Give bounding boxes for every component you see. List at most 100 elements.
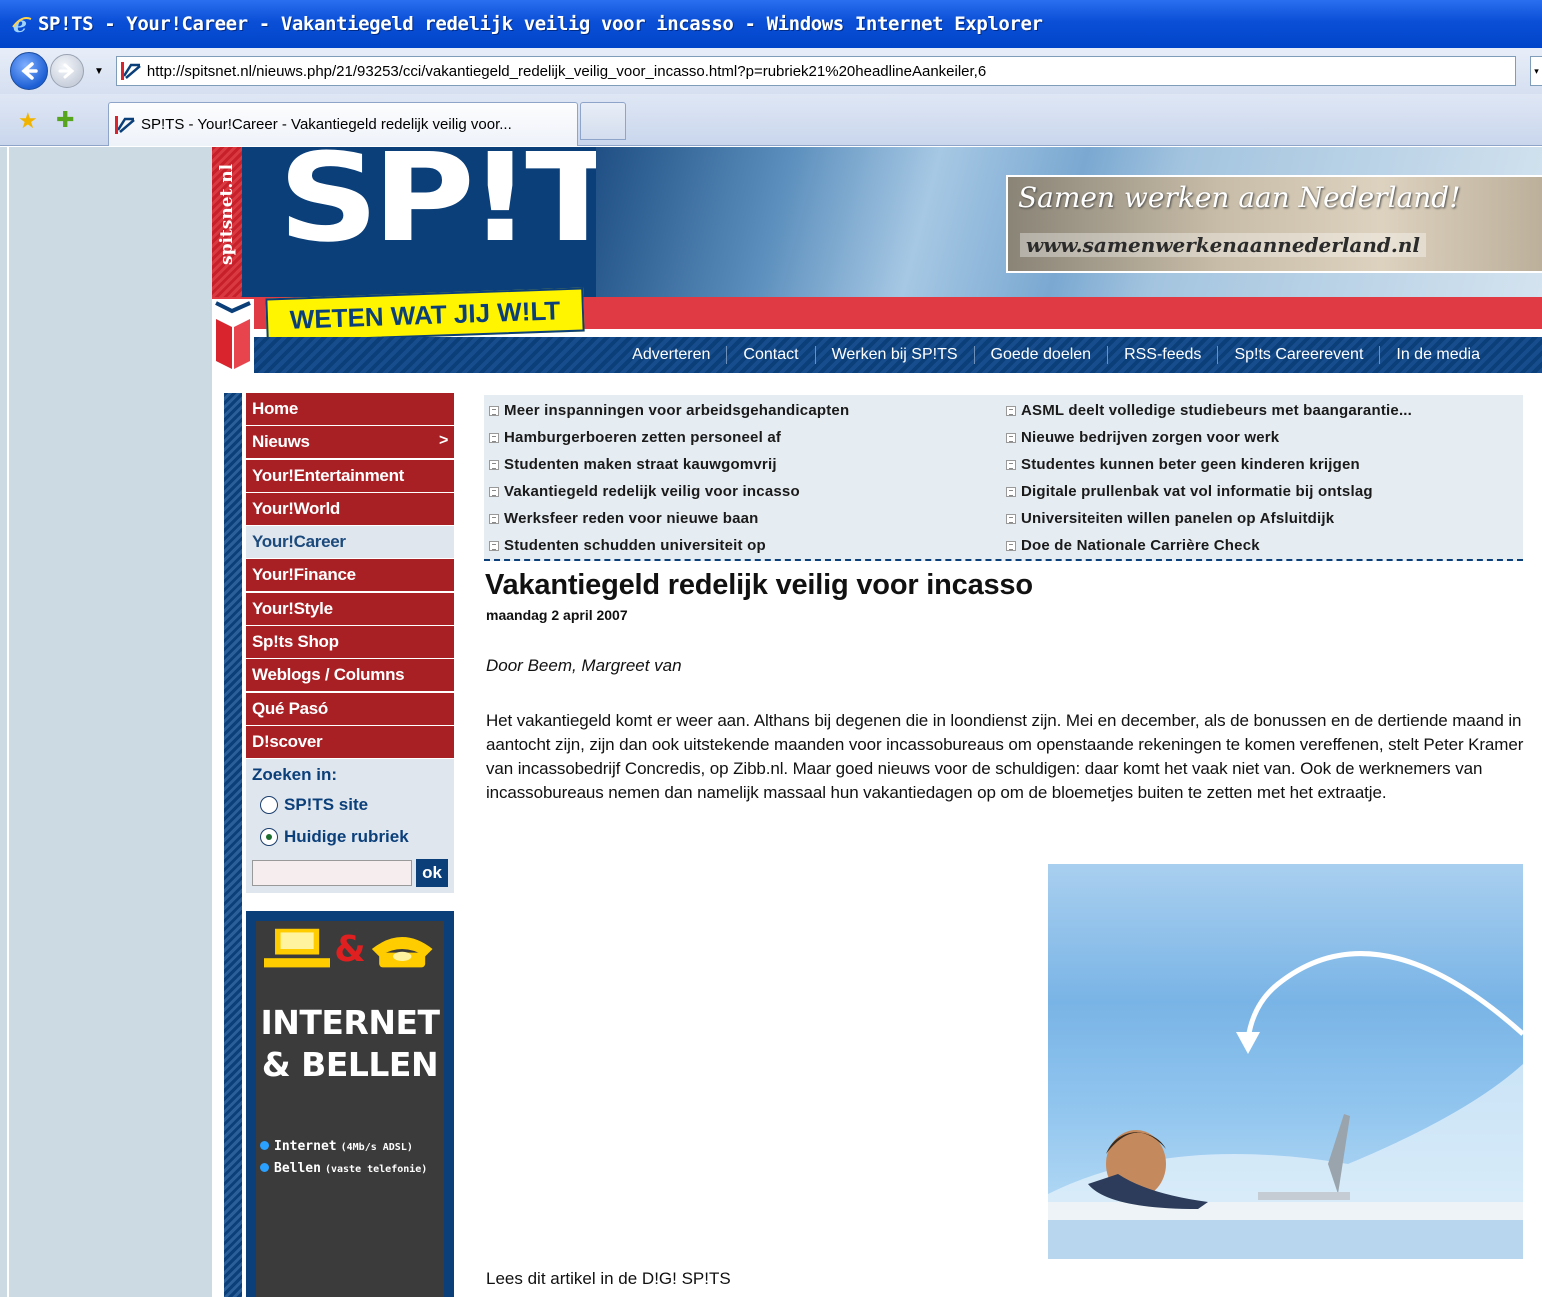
ad-bullet-text: Bellen <box>274 1161 321 1176</box>
list-bullet-icon <box>489 405 499 416</box>
top-navigation: Adverteren Contact Werken bij SP!TS Goed… <box>254 337 1542 373</box>
sidebar-ad-panel: & INTERNET & BELLEN Internet (4Mb/s ADSL)… <box>256 921 444 1297</box>
sidebar-item-label: D!scover <box>252 731 323 751</box>
ad-banner-headline: Samen werken aan Nederland! <box>1018 181 1461 214</box>
search-input[interactable] <box>252 860 412 887</box>
sidebar-item-style[interactable]: Your!Style <box>246 592 454 625</box>
sidebar-item-label: Qué Pasó <box>252 698 329 718</box>
forward-button[interactable] <box>50 54 84 88</box>
site-header: spitsnet.nl SP!TS Samen werken aan Neder… <box>212 127 1542 373</box>
url-input[interactable] <box>146 62 1497 80</box>
headlines-box: Meer inspanningen voor arbeidsgehandicap… <box>484 395 1523 561</box>
ad-banner[interactable]: Samen werken aan Nederland! www.samenwer… <box>1006 175 1542 273</box>
sidebar-item-label: Your!Finance <box>252 565 356 585</box>
list-bullet-icon <box>1006 432 1016 443</box>
headline-text: ASML deelt volledige studiebeurs met baa… <box>1021 402 1413 419</box>
spits-favicon-icon <box>120 62 143 80</box>
sidebar-item-label: Home <box>252 399 299 418</box>
headline-link[interactable]: Studenten maken straat kauwgomvrij <box>489 456 777 473</box>
top-nav-in-de-media[interactable]: In de media <box>1379 346 1496 364</box>
window-title: SP!TS - Your!Career - Vakantiegeld redel… <box>38 13 1043 35</box>
sidebar-item-label: Sp!ts Shop <box>252 632 339 652</box>
list-bullet-icon <box>489 459 499 470</box>
favorites-star-icon[interactable]: ★ <box>18 108 38 134</box>
headline-link[interactable]: Nieuwe bedrijven zorgen voor werk <box>1006 429 1279 446</box>
sidebar-item-que-paso[interactable]: Qué Pasó <box>246 692 454 725</box>
back-arrow-icon <box>21 62 38 80</box>
headline-link[interactable]: Hamburgerboeren zetten personeel af <box>489 429 781 446</box>
ad-ampersand: & <box>334 928 366 970</box>
ad-title-internet: INTERNET <box>260 1003 440 1042</box>
radio-site-label: SP!TS site <box>284 795 369 815</box>
headline-text: Studentes kunnen beter geen kinderen kri… <box>1021 456 1360 473</box>
headline-text: Universiteiten willen panelen op Afsluit… <box>1021 510 1335 527</box>
sidebar-item-world[interactable]: Your!World <box>246 492 454 525</box>
search-panel: Zoeken in: SP!TS site Huidige rubriek ok <box>246 759 454 894</box>
add-favorites-icon[interactable]: ✚ <box>56 107 74 133</box>
sidebar-item-home[interactable]: Home <box>246 393 454 425</box>
headline-link[interactable]: Digitale prullenbak vat vol informatie b… <box>1006 483 1373 500</box>
headline-link[interactable]: Werksfeer reden voor nieuwe baan <box>489 510 759 527</box>
radio-rubriek[interactable] <box>260 828 278 847</box>
sidebar-ad[interactable]: & INTERNET & BELLEN Internet (4Mb/s ADSL)… <box>246 911 454 1297</box>
sidebar-item-label: Your!Career <box>252 532 346 552</box>
bullet-dot-icon <box>260 1163 269 1172</box>
sidebar-item-career[interactable]: Your!Career <box>246 526 454 559</box>
list-bullet-icon <box>1006 540 1016 551</box>
top-nav-adverteren[interactable]: Adverteren <box>616 346 726 364</box>
ad-banner-url: www.samenwerkenaannederland.nl <box>1020 233 1427 257</box>
sidebar-item-label: Weblogs / Columns <box>252 665 405 685</box>
page-gutter <box>0 147 212 1297</box>
back-button[interactable] <box>10 52 48 90</box>
sidebar-navigation: Home Nieuws > Your!Entertainment Your!Wor… <box>246 393 454 894</box>
bullet-dot-icon <box>260 1141 269 1150</box>
article-date: maandag 2 april 2007 <box>486 607 628 623</box>
dig-spits-link[interactable]: Lees dit artikel in de D!G! SP!TS <box>486 1269 731 1289</box>
headline-link[interactable]: Meer inspanningen voor arbeidsgehandicap… <box>489 402 849 419</box>
headline-text: Digitale prullenbak vat vol informatie b… <box>1021 483 1373 500</box>
search-ok-button[interactable]: ok <box>416 859 448 888</box>
sidebar-item-weblogs[interactable]: Weblogs / Columns <box>246 659 454 692</box>
top-nav-goede-doelen[interactable]: Goede doelen <box>973 346 1108 364</box>
headline-text: Doe de Nationale Carrière Check <box>1021 537 1260 554</box>
ad-bullet-note: (vaste telefonie) <box>324 1164 428 1175</box>
site-logo[interactable]: SP!TS <box>242 127 715 297</box>
top-nav-werken-bij[interactable]: Werken bij SP!TS <box>814 346 974 364</box>
headline-text: Werksfeer reden voor nieuwe baan <box>504 510 759 527</box>
headline-link[interactable]: Vakantiegeld redelijk veilig voor incass… <box>489 483 800 500</box>
spits-favicon-icon <box>115 115 135 134</box>
top-nav-careerevent[interactable]: Sp!ts Careerevent <box>1217 346 1379 364</box>
headline-link[interactable]: Universiteiten willen panelen op Afsluit… <box>1006 510 1334 527</box>
headline-link[interactable]: Studentes kunnen beter geen kinderen kri… <box>1006 456 1360 473</box>
headline-text: Studenten schudden universiteit op <box>504 537 766 554</box>
search-option-site[interactable]: SP!TS site <box>252 789 454 821</box>
sidebar-item-label: Your!World <box>252 498 340 518</box>
list-bullet-icon <box>1006 459 1016 470</box>
headline-link[interactable]: Studenten schudden universiteit op <box>489 537 766 554</box>
gutter-divider <box>7 147 9 1297</box>
sidebar-item-discover[interactable]: D!scover <box>246 725 454 758</box>
headline-text: Meer inspanningen voor arbeidsgehandicap… <box>504 402 850 419</box>
sidebar-item-nieuws[interactable]: Nieuws > <box>246 426 454 459</box>
recent-pages-dropdown-icon[interactable]: ▼ <box>94 66 104 77</box>
list-bullet-icon <box>489 432 499 443</box>
ad-bullet-internet: Internet (4Mb/s ADSL) <box>260 1139 413 1154</box>
tab-bar: ★ ✚ SP!TS - Your!Career - Vakantiegeld r… <box>0 94 1542 146</box>
sidebar-item-finance[interactable]: Your!Finance <box>246 559 454 592</box>
headline-text: Nieuwe bedrijven zorgen voor werk <box>1021 429 1280 446</box>
article-title: Vakantiegeld redelijk veilig voor incass… <box>485 569 1033 601</box>
computer-icon <box>264 928 331 968</box>
url-field[interactable] <box>115 56 1516 86</box>
list-bullet-icon <box>1006 405 1016 416</box>
search-option-rubriek[interactable]: Huidige rubriek <box>252 821 454 853</box>
sidebar-item-entertainment[interactable]: Your!Entertainment <box>246 459 454 492</box>
radio-site[interactable] <box>260 796 278 815</box>
url-dropdown-icon[interactable]: ▾ <box>1530 56 1542 86</box>
article-body: Het vakantiegeld komt er weer aan. Altha… <box>486 711 1524 802</box>
sidebar-item-shop[interactable]: Sp!ts Shop <box>246 626 454 659</box>
top-nav-rss-feeds[interactable]: RSS-feeds <box>1107 346 1217 364</box>
headline-link[interactable]: ASML deelt volledige studiebeurs met baa… <box>1006 402 1412 419</box>
top-nav-contact[interactable]: Contact <box>726 346 814 364</box>
telephone-icon <box>371 937 433 968</box>
headline-link[interactable]: Doe de Nationale Carrière Check <box>1006 537 1260 554</box>
